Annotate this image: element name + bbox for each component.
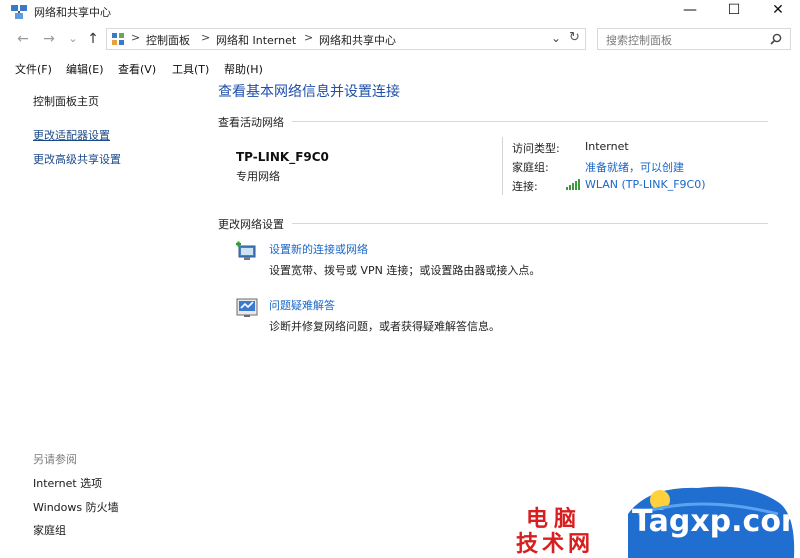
change-settings-heading: 更改网络设置 [218,218,284,231]
see-also-homegroup[interactable]: 家庭组 [33,522,66,538]
search-box[interactable]: 搜索控制面板 [597,28,791,50]
see-also-windows-firewall[interactable]: Windows 防火墙 [33,499,119,515]
section-divider [292,121,768,122]
network-name: TP-LINK_F9C0 [236,150,329,164]
homegroup-label: 家庭组: [512,161,549,174]
sidebar-link-control-panel-home[interactable]: 控制面板主页 [33,93,99,109]
setup-new-connection-link[interactable]: 设置新的连接或网络 [269,241,368,257]
troubleshoot-link[interactable]: 问题疑难解答 [269,297,335,313]
control-panel-icon [112,33,124,45]
menu-file[interactable]: 文件(F) [15,61,52,77]
menu-tools[interactable]: 工具(T) [172,61,209,77]
setup-new-connection-desc: 设置宽带、拨号或 VPN 连接；或设置路由器或接入点。 [269,264,541,277]
breadcrumb-separator: > [201,31,211,44]
search-input[interactable]: 搜索控制面板 [606,32,672,48]
breadcrumb-network-center[interactable]: 网络和共享中心 [319,32,396,48]
troubleshoot-icon [236,298,258,317]
breadcrumb-control-panel[interactable]: 控制面板 [146,32,190,48]
see-also-label: 另请参阅 [33,453,77,466]
watermark-site: Tagxp.com [632,504,800,539]
breadcrumb-separator: > [304,31,314,44]
page-title: 查看基本网络信息并设置连接 [218,84,400,100]
network-center-icon [11,5,27,19]
menu-edit[interactable]: 编辑(E) [66,61,104,77]
watermark-chinese-line2: 技术网 [516,532,595,557]
forward-button[interactable]: → [40,30,58,48]
homegroup-link[interactable]: 准备就绪，可以创建 [585,159,684,175]
network-info-divider [502,137,503,195]
wlan-connection-link[interactable]: WLAN (TP-LINK_F9C0) [585,178,706,191]
address-bar[interactable]: > 控制面板 > 网络和 Internet > 网络和共享中心 ⌄ ↻ [106,28,586,50]
breadcrumb-network-internet[interactable]: 网络和 Internet [216,32,296,48]
minimize-button[interactable]: — [668,0,712,22]
connections-label: 连接: [512,180,538,193]
back-button[interactable]: ← [14,30,32,48]
search-icon[interactable] [770,33,782,45]
window-title: 网络和共享中心 [34,6,111,19]
menu-view[interactable]: 查看(V) [118,61,156,77]
troubleshoot-desc: 诊断并修复网络问题，或者获得疑难解答信息。 [269,320,500,333]
sidebar-link-change-adapter-settings[interactable]: 更改适配器设置 [33,127,110,143]
breadcrumb-separator: > [131,31,141,44]
access-type-value: Internet [585,140,629,153]
new-connection-icon [236,241,256,260]
see-also-internet-options[interactable]: Internet 选项 [33,475,102,491]
sidebar-link-advanced-sharing[interactable]: 更改高级共享设置 [33,151,121,167]
recent-locations-button[interactable]: ⌄ [64,30,82,48]
network-category: 专用网络 [236,170,280,183]
active-networks-heading: 查看活动网络 [218,116,284,129]
maximize-button[interactable]: ☐ [712,0,756,22]
up-button[interactable]: ↑ [84,30,102,48]
section-divider [292,223,768,224]
close-button[interactable]: ✕ [756,0,800,22]
address-dropdown-button[interactable]: ⌄ [551,31,561,45]
access-type-label: 访问类型: [512,142,560,155]
wifi-signal-icon [566,179,580,190]
menu-help[interactable]: 帮助(H) [224,61,263,77]
refresh-button[interactable]: ↻ [569,30,580,45]
